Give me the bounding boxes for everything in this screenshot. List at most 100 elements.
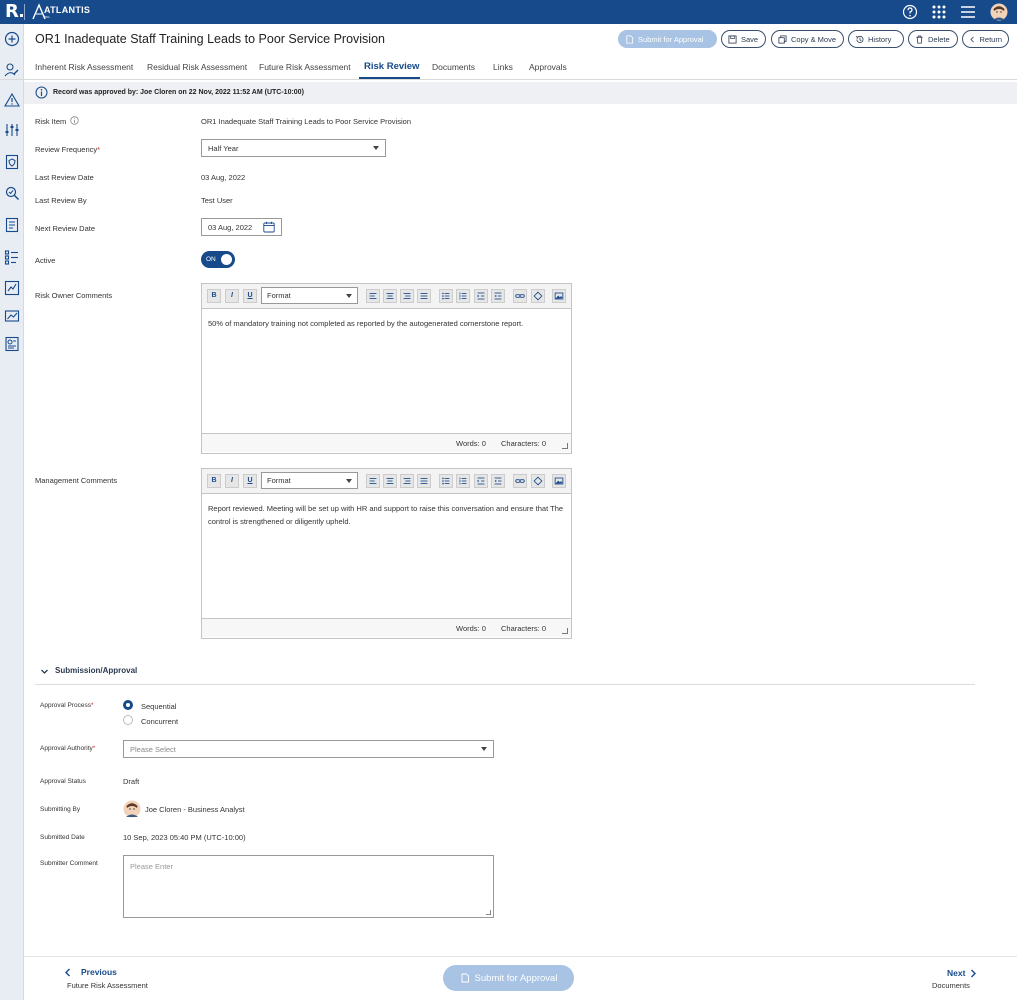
justify-icon[interactable] [417,289,431,303]
indent-icon[interactable] [474,474,488,488]
code-icon[interactable] [531,289,545,303]
return-label: Return [979,34,1002,44]
history-button[interactable]: History [848,30,904,48]
save-label: Save [741,34,759,44]
help-icon[interactable] [901,3,919,21]
save-button[interactable]: Save [721,30,766,48]
submit-bottom-label: Submit for Approval [474,972,558,984]
tab-links[interactable]: Links [493,62,513,72]
submitted-date-value: 10 Sep, 2023 05:40 PM (UTC-10:00) [123,833,246,842]
save-icon [728,34,737,44]
submit-label: Submit for Approval [638,34,704,44]
submission-section-title[interactable]: Submission/Approval [55,666,137,675]
hamburger-menu-icon[interactable] [959,3,977,21]
management-comments-content[interactable]: Report reviewed. Meeting will be set up … [202,494,571,618]
bold-button[interactable]: B [207,289,221,303]
last-review-by-label: Last Review By [35,196,87,205]
tab-future-risk-assessment[interactable]: Future Risk Assessment [259,62,351,72]
format-select[interactable]: Format [261,287,358,304]
calendar-icon[interactable] [263,221,275,233]
info-small-icon[interactable] [70,116,79,125]
align-right-icon[interactable] [400,474,414,488]
tab-bar: Inherent Risk Assessment Residual Risk A… [0,58,1017,80]
italic-button[interactable]: I [225,289,239,303]
italic-button[interactable]: I [225,474,239,488]
previous-button[interactable]: Previous [81,967,117,977]
tab-documents[interactable]: Documents [432,62,475,72]
search-audit-icon[interactable] [4,185,20,201]
trend-chart-icon[interactable] [4,308,20,324]
bullet-list-icon[interactable] [439,474,453,488]
chevron-down-icon[interactable] [40,667,49,676]
risk-owner-comments-content[interactable]: 50% of mandatory training not completed … [202,309,571,433]
resize-handle[interactable] [562,628,568,634]
logo-divider [24,4,25,20]
align-right-icon[interactable] [400,289,414,303]
editor-footer: Words: 0 Characters: 0 [202,618,571,637]
indent-icon[interactable] [474,289,488,303]
format-value: Format [267,291,291,300]
previous-target[interactable]: Future Risk Assessment [67,981,148,990]
numbered-list-icon[interactable] [456,474,470,488]
align-left-icon[interactable] [366,474,380,488]
warning-icon[interactable] [4,92,20,108]
review-frequency-select[interactable]: Half Year [201,139,386,157]
chevron-down-icon [346,479,352,483]
outdent-icon[interactable] [491,474,505,488]
next-button[interactable]: Next [947,968,965,978]
user-avatar[interactable] [990,3,1008,21]
outdent-icon[interactable] [491,289,505,303]
tab-residual-risk-assessment[interactable]: Residual Risk Assessment [147,62,247,72]
dashboard-report-icon[interactable] [4,336,20,352]
next-review-date-label: Next Review Date [35,224,96,233]
risk-item-value: OR1 Inadequate Staff Training Leads to P… [201,117,411,126]
code-icon[interactable] [531,474,545,488]
align-left-icon[interactable] [366,289,380,303]
resize-handle[interactable] [562,443,568,449]
delete-button[interactable]: Delete [908,30,958,48]
next-target[interactable]: Documents [932,981,970,990]
tab-inherent-risk-assessment[interactable]: Inherent Risk Assessment [35,62,133,72]
radio-concurrent[interactable] [123,715,133,725]
submit-for-approval-bottom-button[interactable]: Submit for Approval [443,965,574,991]
return-button[interactable]: Return [962,30,1009,48]
chevron-left-icon[interactable] [64,968,72,977]
image-icon[interactable] [552,474,566,488]
next-review-date-input[interactable]: 03 Aug, 2022 [201,218,282,236]
bullet-list-icon[interactable] [439,289,453,303]
active-toggle[interactable]: ON [201,251,235,268]
add-circle-icon[interactable] [4,31,20,47]
submit-for-approval-button[interactable]: Submit for Approval [618,30,717,48]
approval-authority-select[interactable]: Please Select [123,740,494,758]
tab-risk-review[interactable]: Risk Review [364,61,419,72]
format-select[interactable]: Format [261,472,358,489]
numbered-list-icon[interactable] [456,289,470,303]
link-icon[interactable] [513,289,527,303]
radio-sequential[interactable] [123,700,133,710]
image-icon[interactable] [552,289,566,303]
sliders-icon[interactable] [4,122,20,138]
last-review-date-label: Last Review Date [35,173,94,182]
active-label: Active [35,256,56,265]
chart-report-icon[interactable] [4,280,20,296]
tab-approvals[interactable]: Approvals [529,62,567,72]
submitting-by-label: Submitting By [40,806,81,813]
resize-handle[interactable] [486,910,491,915]
r-logo[interactable]: R [5,2,23,22]
copy-move-button[interactable]: Copy & Move [771,30,844,48]
bold-button[interactable]: B [207,474,221,488]
underline-button[interactable]: U [243,289,257,303]
editor-toolbar: B I U Format [202,469,571,494]
apps-grid-icon[interactable] [930,3,948,21]
align-center-icon[interactable] [383,474,397,488]
report-document-icon[interactable] [4,217,20,233]
chevron-right-icon[interactable] [969,969,977,978]
delete-label: Delete [928,34,950,44]
document-shield-icon[interactable] [4,154,20,170]
link-icon[interactable] [513,474,527,488]
align-center-icon[interactable] [383,289,397,303]
checklist-icon[interactable] [4,249,20,265]
justify-icon[interactable] [417,474,431,488]
submitter-comment-input[interactable]: Please Enter [123,855,494,918]
underline-button[interactable]: U [243,474,257,488]
